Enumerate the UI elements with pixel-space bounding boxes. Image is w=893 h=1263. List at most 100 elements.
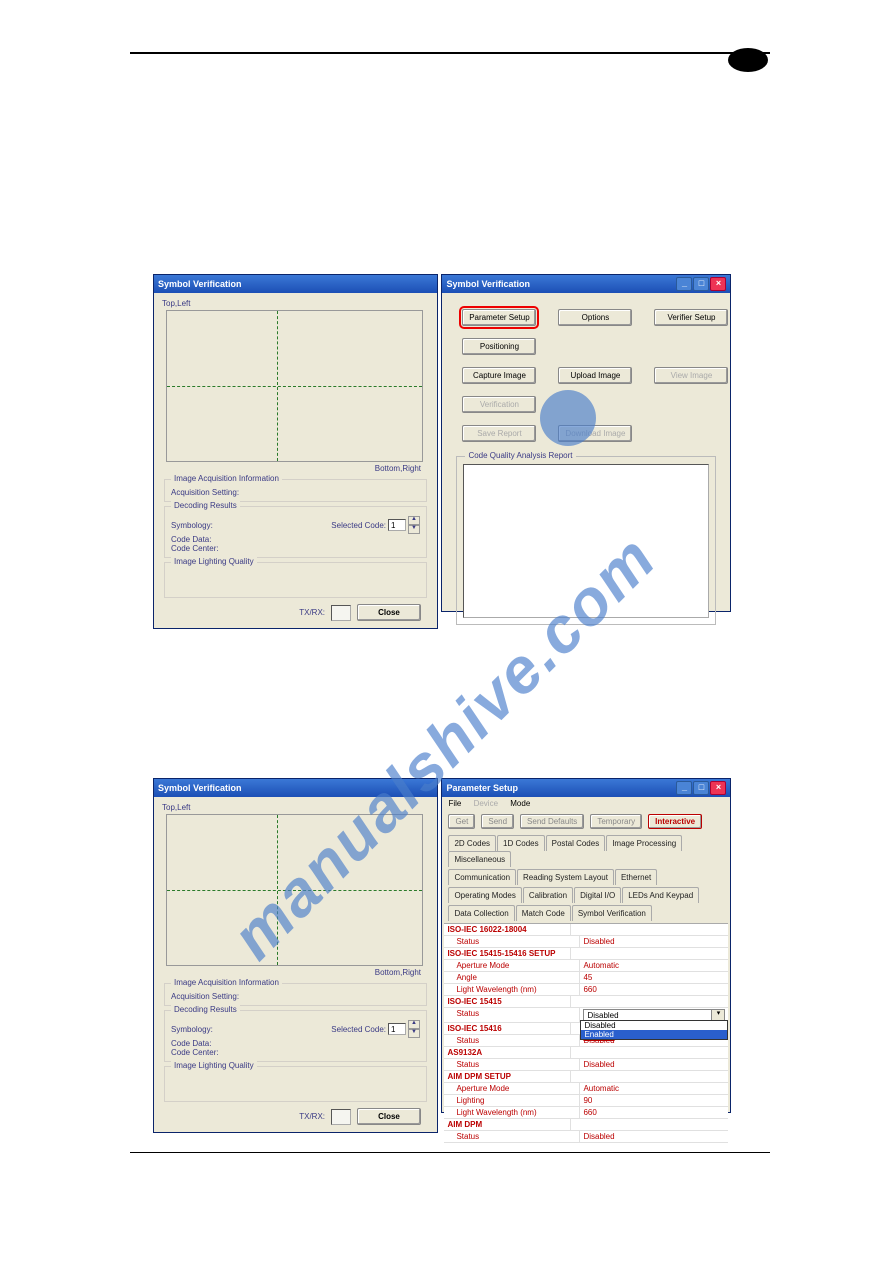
minimize-button[interactable]: _ <box>676 781 692 795</box>
table-row: ISO-IEC 16022-18004 <box>444 924 728 936</box>
group-legend: Image Lighting Quality <box>171 1061 257 1070</box>
send-button[interactable]: Send <box>481 814 514 829</box>
tabs-row-2: CommunicationReading System LayoutEthern… <box>442 867 730 885</box>
spin-up[interactable]: ▲ <box>408 516 420 525</box>
param-value[interactable]: 660 <box>580 984 728 995</box>
param-value[interactable]: Automatic <box>580 960 728 971</box>
group-legend: Image Acquisition Information <box>171 474 282 483</box>
tab-match-code[interactable]: Match Code <box>516 905 571 921</box>
spin-down[interactable]: ▼ <box>408 1029 420 1038</box>
spin-up[interactable]: ▲ <box>408 1020 420 1029</box>
tabs-row-3: Operating ModesCalibrationDigital I/OLED… <box>442 885 730 903</box>
param-group-label: ISO-IEC 15415 <box>444 996 571 1007</box>
acq-setting-label: Acquisition Setting: <box>171 488 420 497</box>
report-textarea[interactable] <box>463 464 709 618</box>
group-legend: Decoding Results <box>171 501 240 510</box>
minimize-button[interactable]: _ <box>676 277 692 291</box>
tab-data-collection[interactable]: Data Collection <box>448 905 514 921</box>
chevron-down-icon[interactable]: ▾ <box>711 1010 724 1020</box>
decoding-results-group: Decoding Results Symbology: Selected Cod… <box>164 1010 427 1062</box>
tab-1d-codes[interactable]: 1D Codes <box>497 835 545 851</box>
param-value[interactable]: 660 <box>580 1107 728 1118</box>
param-value[interactable]: 45 <box>580 972 728 983</box>
tab-operating-modes[interactable]: Operating Modes <box>448 887 521 903</box>
code-data-label: Code Data: <box>171 1039 420 1048</box>
tab-2d-codes[interactable]: 2D Codes <box>448 835 496 851</box>
table-row: Light Wavelength (nm)660 <box>444 1107 728 1119</box>
txrx-label: TX/RX: <box>299 1112 325 1121</box>
top-left-label: Top,Left <box>158 801 433 814</box>
parameter-setup-window: Parameter Setup _ □ × File Device Mode G… <box>441 778 731 1113</box>
dropdown-option[interactable]: Enabled <box>581 1030 727 1039</box>
window-title: Symbol Verification <box>446 279 530 289</box>
param-label: Aperture Mode <box>444 960 580 971</box>
spin-down[interactable]: ▼ <box>408 525 420 534</box>
param-value[interactable]: Disabled <box>580 1131 728 1142</box>
symbology-label: Symbology: <box>171 521 213 530</box>
menu-device[interactable]: Device <box>474 799 498 808</box>
get-button[interactable]: Get <box>448 814 475 829</box>
menu-file[interactable]: File <box>448 799 461 808</box>
param-group-label: AIM DPM <box>444 1119 571 1130</box>
tab-reading-system-layout[interactable]: Reading System Layout <box>517 869 614 885</box>
screenshot-bottom: Symbol Verification Top,Left Bottom,Righ… <box>153 778 731 1133</box>
dropdown-option[interactable]: Disabled <box>581 1021 727 1030</box>
selected-code-input[interactable] <box>388 1023 406 1035</box>
param-label: Light Wavelength (nm) <box>444 1107 580 1118</box>
temporary-button[interactable]: Temporary <box>590 814 642 829</box>
param-value[interactable]: 90 <box>580 1095 728 1106</box>
titlebar: Symbol Verification <box>154 275 437 293</box>
close-button[interactable]: Close <box>357 1108 421 1125</box>
image-preview-area <box>166 814 423 966</box>
selected-code-input[interactable] <box>388 519 406 531</box>
capture-image-button[interactable]: Capture Image <box>462 367 536 384</box>
report-legend: Code Quality Analysis Report <box>465 451 575 460</box>
upload-image-button[interactable]: Upload Image <box>558 367 632 384</box>
tab-symbol-verification[interactable]: Symbol Verification <box>572 905 652 921</box>
maximize-button[interactable]: □ <box>693 781 709 795</box>
positioning-button[interactable]: Positioning <box>462 338 536 355</box>
menu-mode[interactable]: Mode <box>510 799 530 808</box>
maximize-button[interactable]: □ <box>693 277 709 291</box>
acq-setting-label: Acquisition Setting: <box>171 992 420 1001</box>
send-defaults-button[interactable]: Send Defaults <box>520 814 584 829</box>
parameter-table: ISO-IEC 16022-18004StatusDisabledISO-IEC… <box>444 923 728 1143</box>
titlebar: Symbol Verification _ □ × <box>442 275 730 293</box>
header-oval-marker <box>728 48 768 72</box>
save-report-button[interactable]: Save Report <box>462 425 536 442</box>
menu-bar: File Device Mode <box>442 797 730 810</box>
download-image-button[interactable]: Download Image <box>558 425 632 442</box>
param-group-label: ISO-IEC 15416 <box>444 1023 571 1034</box>
dropdown-list[interactable]: DisabledEnabled <box>580 1020 728 1040</box>
close-window-button[interactable]: × <box>710 277 726 291</box>
close-button[interactable]: Close <box>357 604 421 621</box>
interactive-button[interactable]: Interactive <box>648 814 702 829</box>
tabs-row-1: 2D Codes1D CodesPostal CodesImage Proces… <box>442 833 730 867</box>
selected-code-label: Selected Code: <box>331 521 386 530</box>
parameter-setup-button[interactable]: Parameter Setup <box>462 309 536 326</box>
tab-postal-codes[interactable]: Postal Codes <box>546 835 606 851</box>
tab-image-processing[interactable]: Image Processing <box>606 835 682 851</box>
param-value[interactable]: Disabled <box>580 1059 728 1070</box>
tab-miscellaneous[interactable]: Miscellaneous <box>448 851 511 867</box>
symbol-verification-window-left: Symbol Verification Top,Left Bottom,Righ… <box>153 778 438 1133</box>
code-center-label: Code Center: <box>171 544 420 553</box>
crosshair-horizontal <box>167 890 422 891</box>
param-value[interactable]: Disabled <box>580 936 728 947</box>
param-label: Aperture Mode <box>444 1083 580 1094</box>
verification-button[interactable]: Verification <box>462 396 536 413</box>
tab-ethernet[interactable]: Ethernet <box>615 869 657 885</box>
footer-rule <box>130 1152 770 1153</box>
view-image-button[interactable]: View Image <box>654 367 728 384</box>
options-button[interactable]: Options <box>558 309 632 326</box>
tab-communication[interactable]: Communication <box>448 869 516 885</box>
group-legend: Decoding Results <box>171 1005 240 1014</box>
param-group-label: AS9132A <box>444 1047 571 1058</box>
image-acquisition-group: Image Acquisition Information Acquisitio… <box>164 479 427 502</box>
tab-leds-and-keypad[interactable]: LEDs And Keypad <box>622 887 699 903</box>
tab-calibration[interactable]: Calibration <box>523 887 573 903</box>
tab-digital-i-o[interactable]: Digital I/O <box>574 887 621 903</box>
close-window-button[interactable]: × <box>710 781 726 795</box>
param-value[interactable]: Automatic <box>580 1083 728 1094</box>
verifier-setup-button[interactable]: Verifier Setup <box>654 309 728 326</box>
